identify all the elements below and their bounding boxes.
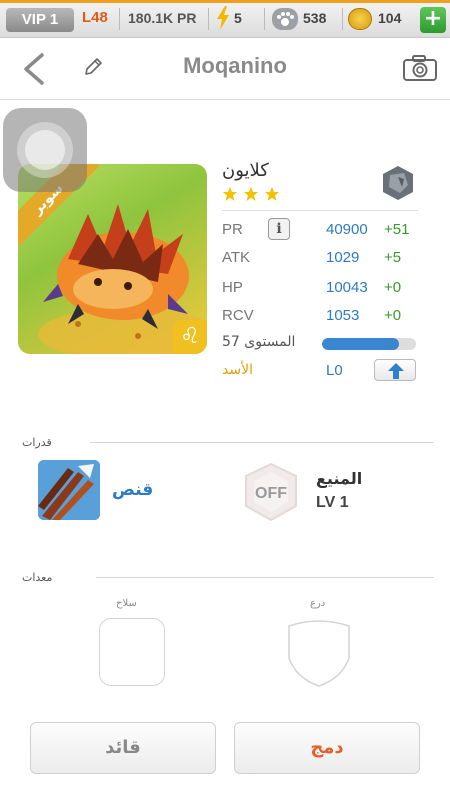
separator: [119, 8, 120, 30]
arrow-up-icon: [388, 363, 404, 379]
rock-icon: [383, 166, 413, 200]
player-level: L48: [82, 9, 108, 26]
monster-name: كلايون: [222, 160, 269, 181]
weapon-slot[interactable]: [99, 618, 165, 686]
zodiac-label: الأسد: [222, 362, 253, 378]
stat-delta: +51: [384, 221, 410, 238]
info-divider: [222, 210, 418, 211]
abilities-section-title: قدرات: [22, 436, 52, 449]
weapon-label: سلاح: [116, 598, 137, 609]
pencil-icon[interactable]: [82, 56, 104, 78]
stat-name: PR: [222, 221, 243, 238]
coin-count: 104: [378, 10, 402, 26]
separator: [342, 8, 343, 30]
section-divider: [90, 442, 434, 443]
assistive-touch-button[interactable]: [3, 108, 87, 192]
xp-progress-fill: [322, 338, 400, 350]
page-title: Moqanino: [183, 53, 287, 78]
zodiac-leo-icon: ♌: [173, 320, 207, 354]
armor-label: درع: [310, 598, 326, 609]
league-code: L0: [326, 362, 343, 379]
stat-row-hp: HP 10043 +0: [222, 279, 422, 303]
skill-name[interactable]: قنص: [112, 480, 153, 500]
page-header: Moqanino: [0, 38, 450, 100]
off-label: OFF: [255, 485, 287, 502]
passive-off-badge[interactable]: OFF: [240, 462, 302, 522]
stat-value: 1029: [326, 249, 360, 266]
stat-delta: +5: [384, 249, 402, 266]
player-pr: 180.1K PR: [128, 10, 197, 26]
upgrade-button[interactable]: [374, 359, 416, 381]
xp-progress-bar: [322, 338, 416, 350]
equipment-section-title: معدات: [22, 571, 53, 584]
skill-icon[interactable]: [38, 460, 100, 520]
coin-icon: [348, 8, 372, 30]
info-button[interactable]: i: [268, 218, 290, 240]
star-icon: [223, 187, 237, 201]
monster-level: المستوى 57: [222, 334, 296, 350]
stat-value: 1053: [326, 307, 360, 324]
passive-level: LV 1: [316, 494, 349, 511]
separator: [264, 8, 265, 30]
lightning-icon: [217, 6, 229, 30]
separator: [208, 8, 209, 30]
chevron-left-icon[interactable]: [20, 52, 48, 86]
merge-button[interactable]: دمج: [234, 722, 420, 774]
stat-row-atk: ATK 1029 +5: [222, 249, 422, 273]
energy-count: 5: [234, 10, 242, 26]
stat-name: RCV: [222, 307, 254, 324]
top-status-bar: VIP 1 L48 180.1K PR 5 538 104 +: [0, 0, 450, 38]
leader-button[interactable]: قائد: [30, 722, 216, 774]
stat-name: HP: [222, 279, 243, 296]
stat-value: 40900: [326, 221, 368, 238]
section-divider: [96, 577, 434, 578]
claw-strike-icon: [38, 460, 100, 520]
stat-value: 10043: [326, 279, 368, 296]
star-icon: [244, 187, 259, 201]
star-icon: [265, 187, 280, 201]
armor-slot[interactable]: [286, 618, 352, 688]
stat-row-rcv: RCV 1053 +0: [222, 307, 422, 331]
vip-badge[interactable]: VIP 1: [6, 8, 74, 32]
stat-delta: +0: [384, 307, 402, 324]
top-accent-strip: [0, 0, 450, 3]
add-coins-button[interactable]: +: [420, 7, 446, 33]
camera-icon[interactable]: [402, 54, 438, 82]
stat-delta: +0: [384, 279, 402, 296]
assistive-ring-inner: [25, 130, 65, 170]
star-rating: [222, 186, 280, 206]
paw-count: 538: [303, 10, 327, 26]
paw-icon: [272, 8, 298, 30]
stat-name: ATK: [222, 249, 251, 266]
passive-name: المنيع: [316, 469, 363, 488]
stat-row-pr: PR i 40900 +51: [222, 218, 422, 245]
